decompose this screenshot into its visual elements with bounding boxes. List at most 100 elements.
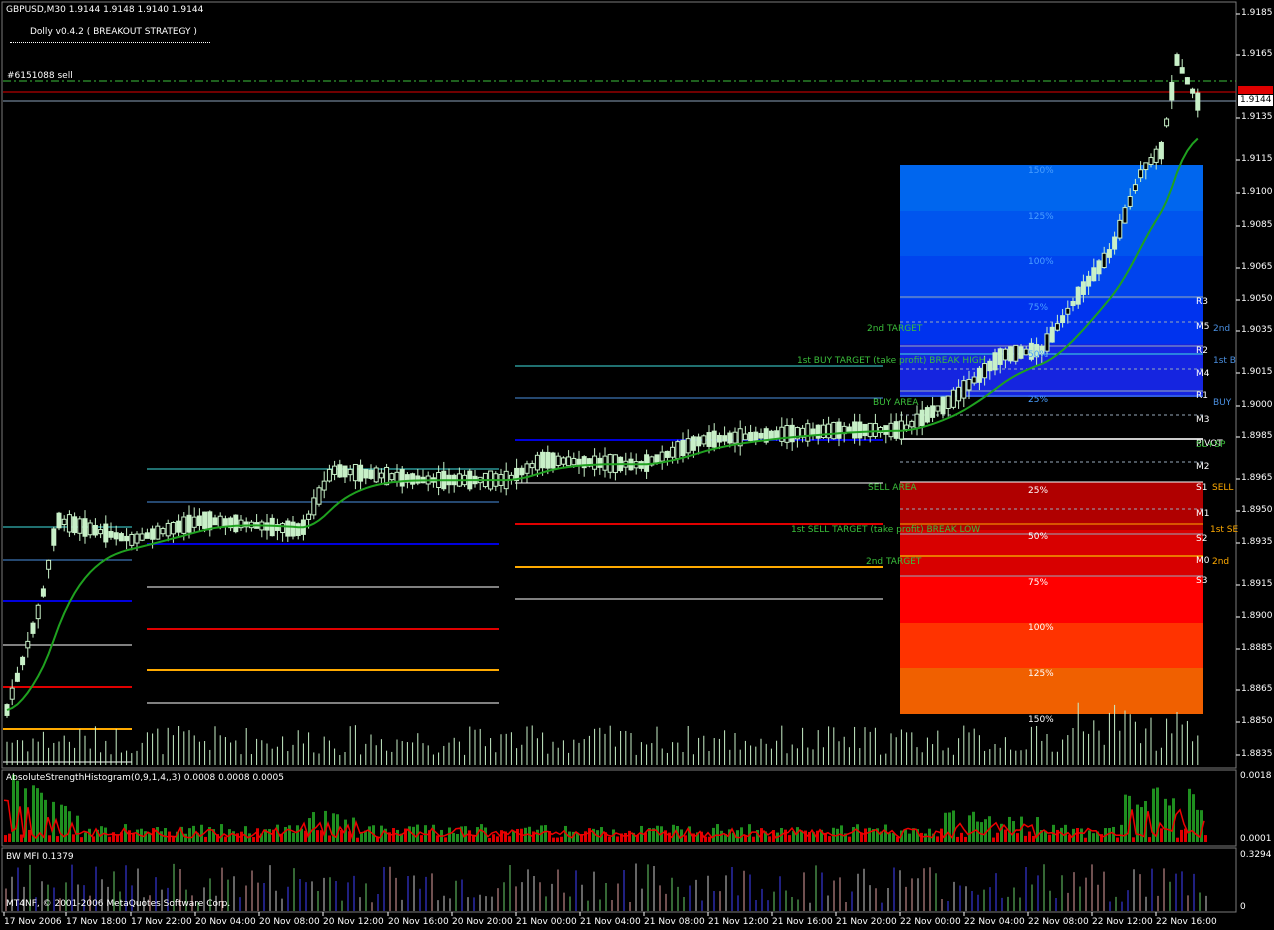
symbol-header: GBPUSD,M30 1.9144 1.9148 1.9140 1.9144: [6, 5, 204, 15]
strength-bar: [20, 834, 23, 842]
candle-body: [30, 622, 36, 634]
candle-body: [555, 455, 561, 466]
candle-body: [295, 523, 301, 537]
candle-body: [924, 407, 930, 423]
time-label: 22 Nov 04:00: [964, 917, 1025, 927]
candle-body: [77, 518, 83, 534]
candle-body: [992, 352, 998, 371]
strength-bar: [220, 824, 223, 842]
strength-bar: [684, 835, 687, 842]
indicator1-label: AbsoluteStrengthHistogram(0,9,1,4,,3) 0.…: [6, 773, 284, 783]
strength-histogram: [4, 774, 1207, 842]
candle-body: [945, 395, 951, 409]
strength-bar: [992, 837, 995, 842]
candle-body: [92, 524, 98, 536]
candle-body: [316, 487, 322, 505]
side-second-label: 2nd: [1213, 324, 1231, 334]
strength-bar: [200, 824, 203, 842]
candle-body: [51, 528, 57, 546]
candle-body: [1195, 92, 1201, 111]
strength-bar: [624, 833, 627, 842]
candle-body: [909, 420, 915, 428]
time-label: 22 Nov 08:00: [1028, 917, 1089, 927]
candle-body: [1075, 286, 1081, 305]
candle-body: [311, 497, 317, 516]
candle-body: [1008, 346, 1014, 362]
fib-level-label: 100%: [1028, 257, 1054, 267]
side-first-sell-label: 1st SE: [1210, 525, 1239, 535]
candle-body: [919, 409, 925, 427]
strength-bar: [436, 835, 439, 842]
fib-level-label: 75%: [1028, 578, 1049, 588]
strength-bar: [268, 829, 271, 842]
candle-body: [867, 422, 873, 438]
price-tick-label: 1.9050: [1241, 294, 1273, 304]
candle-body: [1132, 184, 1138, 192]
candle-body: [134, 533, 140, 544]
strength-bar: [852, 826, 855, 842]
candle-body: [170, 521, 176, 535]
candle-body: [966, 378, 972, 391]
candle-body: [774, 430, 780, 440]
strength-bar: [628, 830, 631, 842]
candle-body: [66, 514, 72, 533]
candle-body: [368, 469, 374, 479]
strength-bar: [156, 827, 159, 842]
fib-level-label: 125%: [1028, 212, 1054, 222]
candle-body: [61, 518, 67, 526]
candle-body: [222, 518, 228, 527]
candle-body: [1179, 67, 1185, 74]
strength-bar: [456, 833, 459, 842]
candle-body: [186, 514, 192, 533]
strength-bar: [496, 836, 499, 842]
candle-body: [87, 522, 93, 536]
price-tick-label: 1.9000: [1241, 400, 1273, 410]
strategy-title: Dolly v0.4.2 ( BREAKOUT STRATEGY ): [30, 27, 197, 37]
candle-body: [124, 535, 130, 542]
price-tick-label: 1.8950: [1241, 505, 1273, 515]
strength-bar: [560, 836, 563, 842]
strength-bar: [488, 837, 491, 842]
strength-bar: [452, 832, 455, 842]
candle-body: [1049, 326, 1055, 343]
strength-bar: [1048, 834, 1051, 842]
strength-bar: [516, 828, 519, 842]
strength-bar: [508, 836, 511, 842]
time-label: 17 Nov 22:00: [131, 917, 192, 927]
candle-body: [810, 428, 816, 436]
indicator2-tick-bottom: 0: [1240, 902, 1246, 912]
candle-body: [347, 468, 353, 476]
side-second-sell-label: 2nd: [1212, 557, 1230, 567]
strength-bar: [848, 836, 851, 842]
candle-body: [202, 511, 208, 529]
candle-body: [1002, 348, 1008, 361]
pivot-label-s1: S1: [1196, 483, 1208, 493]
candle-body: [753, 431, 759, 441]
fib-level-label: 75%: [1028, 303, 1049, 313]
fib-level-label: 100%: [1028, 623, 1054, 633]
fib-level-label: 25%: [1028, 486, 1049, 496]
strength-bar: [84, 832, 87, 842]
order-label: #6151088 sell: [7, 71, 73, 81]
strength-bar: [608, 836, 611, 842]
candle-body: [670, 446, 676, 458]
price-tick-label: 1.9065: [1241, 262, 1273, 272]
price-tick-label: 1.9035: [1241, 325, 1273, 335]
candle-body: [696, 436, 702, 447]
strength-bar: [236, 833, 239, 842]
candle-body: [680, 439, 686, 457]
price-tick-label: 1.8935: [1241, 537, 1273, 547]
candle-body: [550, 452, 556, 469]
indicator2-label: BW MFI 0.1379: [6, 852, 74, 862]
time-label: 22 Nov 16:00: [1156, 917, 1217, 927]
price-tick-label: 1.8985: [1241, 431, 1273, 441]
strength-bar: [316, 830, 319, 842]
candle-body: [592, 455, 598, 470]
levels-day1: [3, 526, 132, 763]
candle-body: [836, 421, 842, 439]
strength-bar: [996, 832, 999, 842]
fib-level-label: 150%: [1028, 715, 1054, 725]
strategy-underline: [10, 42, 210, 43]
strength-bar: [980, 822, 983, 842]
pivot-label-m5: M5: [1196, 322, 1210, 332]
